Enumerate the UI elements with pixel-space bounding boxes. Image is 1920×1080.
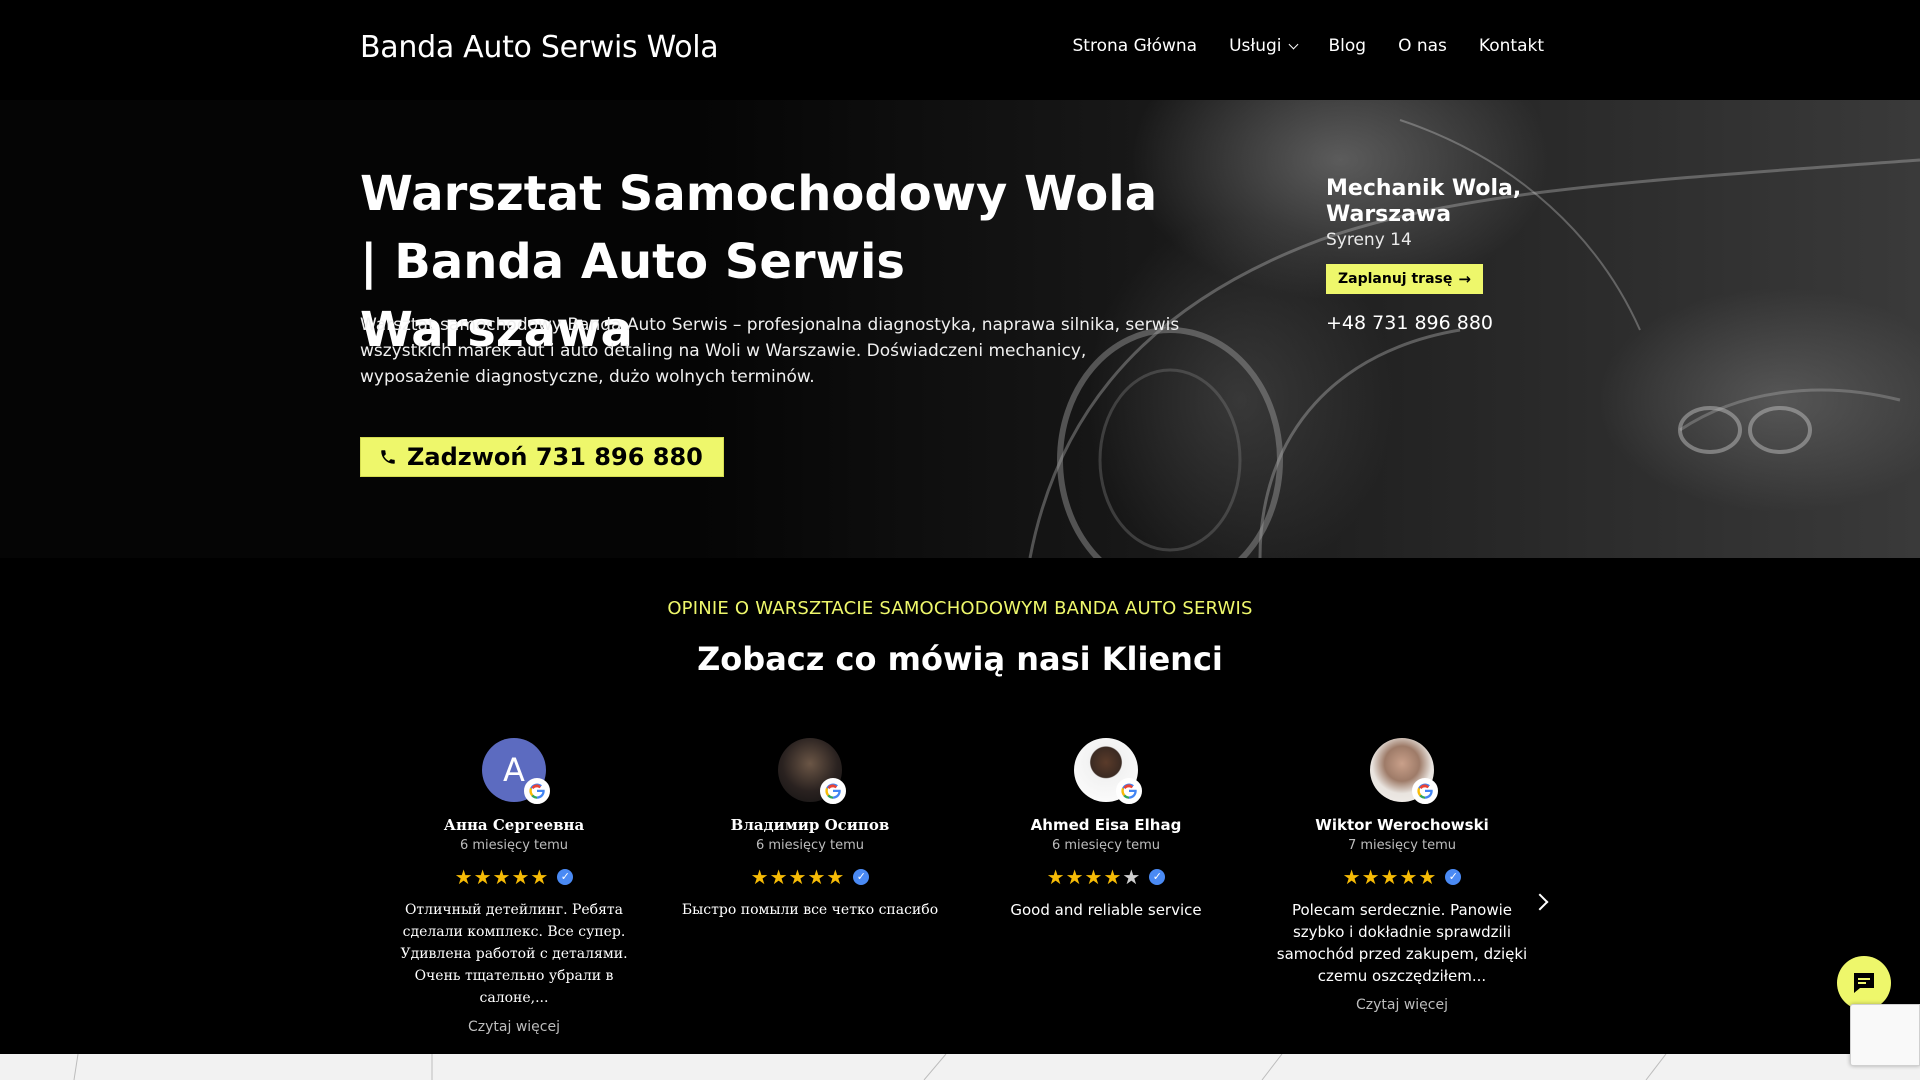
reviewer-name: Wiktor Werochowski [1315, 816, 1489, 834]
plan-route-button[interactable]: Zaplanuj trasę → [1326, 264, 1483, 294]
reviewer-name: Ahmed Eisa Elhag [1030, 816, 1182, 834]
review-text: Отличный детейлинг. Ребята сделали компл… [400, 902, 628, 1006]
review-text: Polecam serdecznie. Panowie szybko i dok… [1276, 901, 1528, 985]
location-address: Syreny 14 [1326, 230, 1412, 250]
recaptcha-badge[interactable] [1850, 1004, 1920, 1066]
nav-home[interactable]: Strona Główna [1073, 36, 1198, 56]
decorative-lines [73, 1054, 1667, 1080]
star-icon: ★ [530, 865, 549, 889]
star-icon: ★ [454, 865, 473, 889]
avatar [778, 738, 846, 804]
star-icon: ★ [473, 865, 492, 889]
star-icon: ★ [1046, 865, 1065, 889]
nav-blog-label: Blog [1328, 36, 1367, 56]
reviewer-name: Владимир Осипов [730, 816, 890, 834]
star-rating: ★ ★ ★ ★ ★ ✓ [374, 867, 654, 887]
verified-icon: ✓ [853, 869, 870, 885]
read-more-link[interactable]: Czytaj więcej [374, 1019, 654, 1035]
star-rating: ★ ★ ★ ★ ★ ✓ [966, 867, 1246, 887]
call-button[interactable]: Zadzwoń 731 896 880 [360, 437, 724, 477]
star-icon: ★ [769, 865, 788, 889]
star-icon: ★ [1380, 865, 1399, 889]
star-icon: ★ [1399, 865, 1418, 889]
review-time: 6 miesięcy temu [459, 838, 569, 853]
star-icon: ★ [788, 865, 807, 889]
main-nav: Strona Główna Usługi Blog O nas Kontakt [1073, 36, 1545, 56]
star-icon: ★ [1103, 865, 1122, 889]
verified-icon: ✓ [1445, 869, 1462, 885]
review-time: 6 miesięcy temu [755, 838, 865, 853]
review-card: Ahmed Eisa Elhag 6 miesięcy temu ★ ★ ★ ★ ★ ✓… [966, 738, 1246, 921]
google-icon [1412, 778, 1438, 804]
nav-contact-label: Kontakt [1478, 36, 1544, 56]
review-time: 7 miesięcy temu [1347, 838, 1457, 853]
review-card: Владимир Осипов 6 miesięcy temu ★ ★ ★ ★ ★ ✓ … [670, 738, 950, 921]
avatar [1370, 738, 1438, 804]
chat-button[interactable] [1837, 956, 1891, 1010]
nav-contact[interactable]: Kontakt [1479, 36, 1544, 56]
reviews-title: Zobacz co mówią nasi Klienci [697, 640, 1223, 678]
review-text: Good and reliable service [1010, 901, 1202, 919]
google-icon [1116, 778, 1142, 804]
reviews-kicker: OPINIE O WARSZTACIE SAMOCHODOWYM BANDA A… [667, 598, 1253, 619]
reviews-carousel: A Анна Сергеевна 6 miesięcy temu ★ ★ ★ ★ ★ ✓… [374, 738, 1558, 1035]
avatar: A [482, 738, 550, 804]
star-icon: ★ [750, 865, 769, 889]
call-button-label: Zadzwoń 731 896 880 [407, 443, 703, 471]
verified-icon: ✓ [1149, 869, 1166, 885]
phone-icon [381, 450, 395, 464]
star-icon: ★ [1361, 865, 1380, 889]
nav-services-label: Usługi [1229, 36, 1282, 56]
star-icon: ★ [511, 865, 530, 889]
google-icon [524, 778, 550, 804]
review-card: A Анна Сергеевна 6 miesięcy temu ★ ★ ★ ★ ★ ✓… [374, 738, 654, 1035]
site-logo[interactable]: Banda Auto Serwis Wola [360, 30, 719, 65]
nav-about[interactable]: O nas [1398, 36, 1447, 56]
hero-section: Warsztat Samochodowy Wola | Banda Auto S… [0, 100, 1920, 558]
star-icon: ★ [1418, 865, 1437, 889]
next-section-edge [0, 1054, 1920, 1080]
star-rating: ★ ★ ★ ★ ★ ✓ [670, 867, 950, 887]
nav-services[interactable]: Usługi [1229, 36, 1298, 56]
star-rating: ★ ★ ★ ★ ★ ✓ [1262, 867, 1542, 887]
chevron-down-icon [1288, 39, 1298, 49]
chat-icon [1854, 973, 1874, 993]
star-icon: ★ [492, 865, 511, 889]
arrow-right-icon: → [1458, 270, 1471, 288]
hero-description: Warsztat samochodowy Banda Auto Serwis –… [360, 315, 1180, 387]
star-icon: ★ [1084, 865, 1103, 889]
location-phone[interactable]: +48 731 896 880 [1326, 312, 1566, 334]
review-time: 6 miesięcy temu [1051, 838, 1161, 853]
nav-blog[interactable]: Blog [1329, 36, 1367, 56]
reviewer-name: Анна Сергеевна [443, 816, 585, 834]
avatar [1074, 738, 1142, 804]
verified-icon: ✓ [557, 869, 574, 885]
location-box: Mechanik Wola, Warszawa Syreny 14 Zaplan… [1326, 176, 1566, 334]
review-text: Быстро помыли все четко спасибо [681, 902, 939, 918]
review-card: Wiktor Werochowski 7 miesięcy temu ★ ★ ★ ★ ★… [1262, 738, 1542, 1013]
star-icon: ★ [1065, 865, 1084, 889]
star-icon: ★ [1342, 865, 1361, 889]
star-icon: ★ [807, 865, 826, 889]
nav-home-label: Strona Główna [1072, 36, 1198, 56]
star-icon: ★ [826, 865, 845, 889]
location-title: Mechanik Wola, Warszawa [1326, 176, 1522, 227]
nav-about-label: O nas [1398, 36, 1447, 56]
plan-route-label: Zaplanuj trasę [1338, 271, 1453, 287]
read-more-link[interactable]: Czytaj więcej [1262, 997, 1542, 1013]
site-header: Banda Auto Serwis Wola Strona Główna Usł… [0, 0, 1920, 100]
google-icon [820, 778, 846, 804]
star-empty-icon: ★ [1122, 865, 1141, 889]
